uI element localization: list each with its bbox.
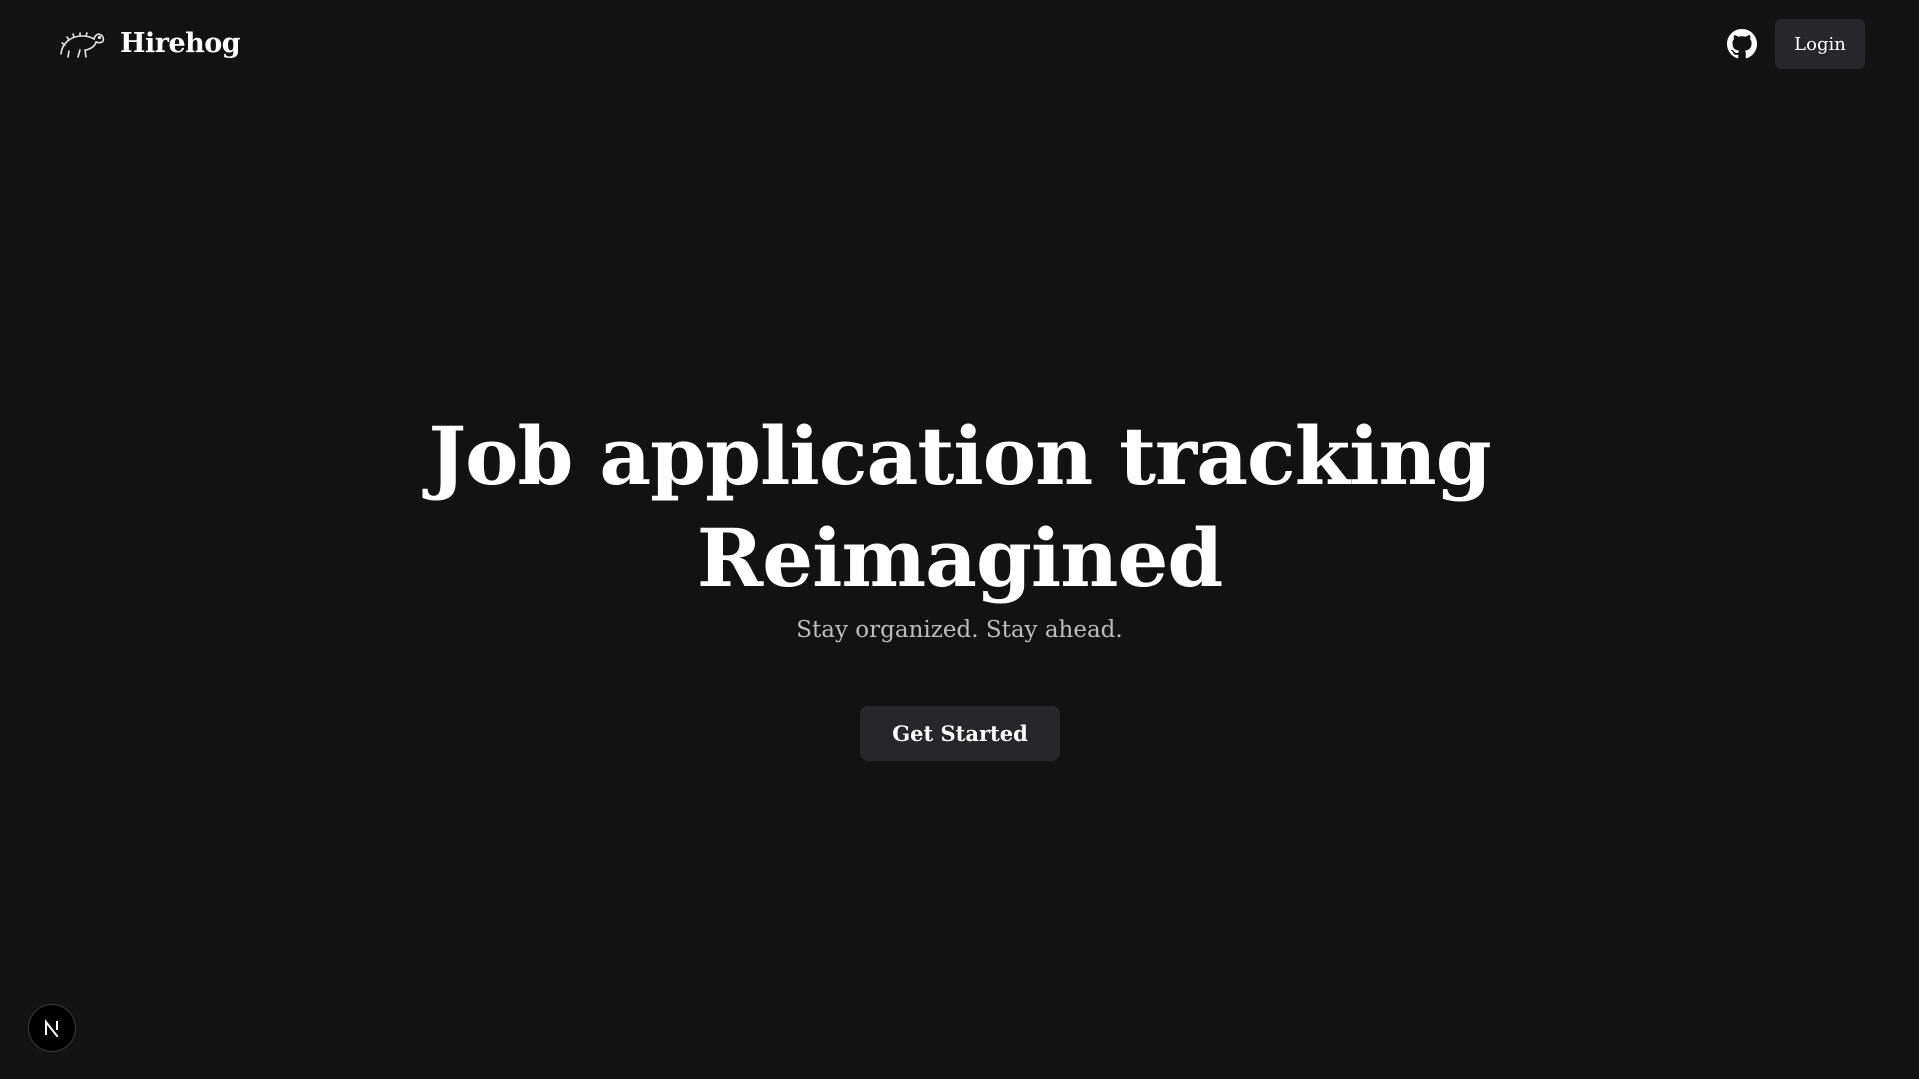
hero-section: Job application tracking Reimagined Stay… xyxy=(0,405,1919,643)
hero-title-line-2: Reimagined xyxy=(696,511,1224,605)
top-navbar: Hirehog Login xyxy=(0,0,1919,88)
nextjs-icon xyxy=(45,1019,59,1038)
hero-title-line-1: Job application tracking xyxy=(428,409,1491,503)
github-link[interactable] xyxy=(1725,27,1759,61)
brand-name: Hirehog xyxy=(120,27,241,59)
hedgehog-logo-icon xyxy=(60,32,105,58)
hero-subtitle: Stay organized. Stay ahead. xyxy=(796,617,1123,643)
get-started-button[interactable]: Get Started xyxy=(860,706,1060,761)
brand-home-link[interactable]: Hirehog xyxy=(58,24,241,62)
hero-title: Job application tracking Reimagined xyxy=(0,405,1919,609)
login-button[interactable]: Login xyxy=(1775,19,1865,69)
github-icon xyxy=(1727,29,1757,59)
landing-page: Hirehog Login Job application tracking R… xyxy=(0,0,1919,1079)
nextjs-dev-indicator[interactable] xyxy=(28,1004,76,1052)
header-actions: Login xyxy=(1725,19,1865,69)
